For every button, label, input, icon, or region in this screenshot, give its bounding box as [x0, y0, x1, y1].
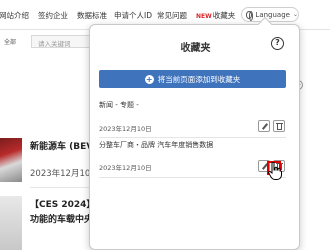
delete-button[interactable] [273, 120, 285, 132]
edit-button[interactable] [258, 120, 270, 132]
nav-item-data-standard[interactable]: 数据标准 [77, 10, 107, 21]
article-thumbnail[interactable] [0, 196, 22, 250]
favorite-item-title[interactable]: 分整车厂商・品牌 汽车年度销售数据 [99, 140, 286, 150]
hand-cursor-icon [268, 162, 282, 180]
add-button-label: 将当前页面添加到收藏夹 [157, 74, 241, 84]
pencil-icon [261, 123, 269, 130]
globe-icon [246, 10, 254, 21]
favorites-label: 收藏夹 [212, 11, 236, 20]
article-title[interactable]: 新能源车 (BEV/ [30, 139, 97, 152]
article-divider [30, 187, 90, 188]
add-to-favorites-button[interactable]: + 将当前页面添加到收藏夹 [99, 70, 286, 88]
item-divider [99, 137, 286, 138]
favorite-item: 新闻 - 专题 - 2023年12月10日 [99, 100, 286, 140]
popup-title: 收藏夹 [180, 43, 211, 54]
favorite-item-date: 2023年12月10日 [99, 125, 152, 133]
favorite-item: 分整车厂商・品牌 汽车年度销售数据 2023年12月10日 [99, 140, 286, 180]
favorite-item-date: 2023年12月10日 [99, 164, 152, 172]
article-title-line2[interactable]: 功能的车载中央 [30, 212, 93, 225]
nav-item-partner-companies[interactable]: 签约企业 [38, 10, 68, 21]
favorite-item-title[interactable]: 新闻 - 专题 - [99, 100, 286, 110]
item-divider [99, 177, 286, 178]
article-thumbnail[interactable] [0, 138, 22, 182]
article-title[interactable]: 【CES 2024】 [30, 197, 95, 210]
nav-item-faq[interactable]: 常见问题 [157, 10, 187, 21]
nav-item-site-intro[interactable]: 网站介绍 [0, 10, 29, 21]
search-category[interactable]: 全部 [4, 37, 16, 46]
nav-item-apply-id[interactable]: 申请个人ID [114, 10, 152, 21]
favorites-popup: 收藏夹 ? + 将当前页面添加到收藏夹 新闻 - 专题 - 2023年12月10… [89, 24, 300, 250]
plus-circle-icon: + [144, 74, 154, 84]
language-selector[interactable]: Language ⌄ [241, 7, 299, 22]
language-label: Language [255, 10, 290, 19]
nav-item-favorites[interactable]: NEW收藏夹 [196, 10, 235, 21]
help-icon[interactable]: ? [271, 37, 284, 50]
chevron-down-icon: ⌄ [292, 11, 298, 18]
new-badge: NEW [196, 13, 212, 20]
